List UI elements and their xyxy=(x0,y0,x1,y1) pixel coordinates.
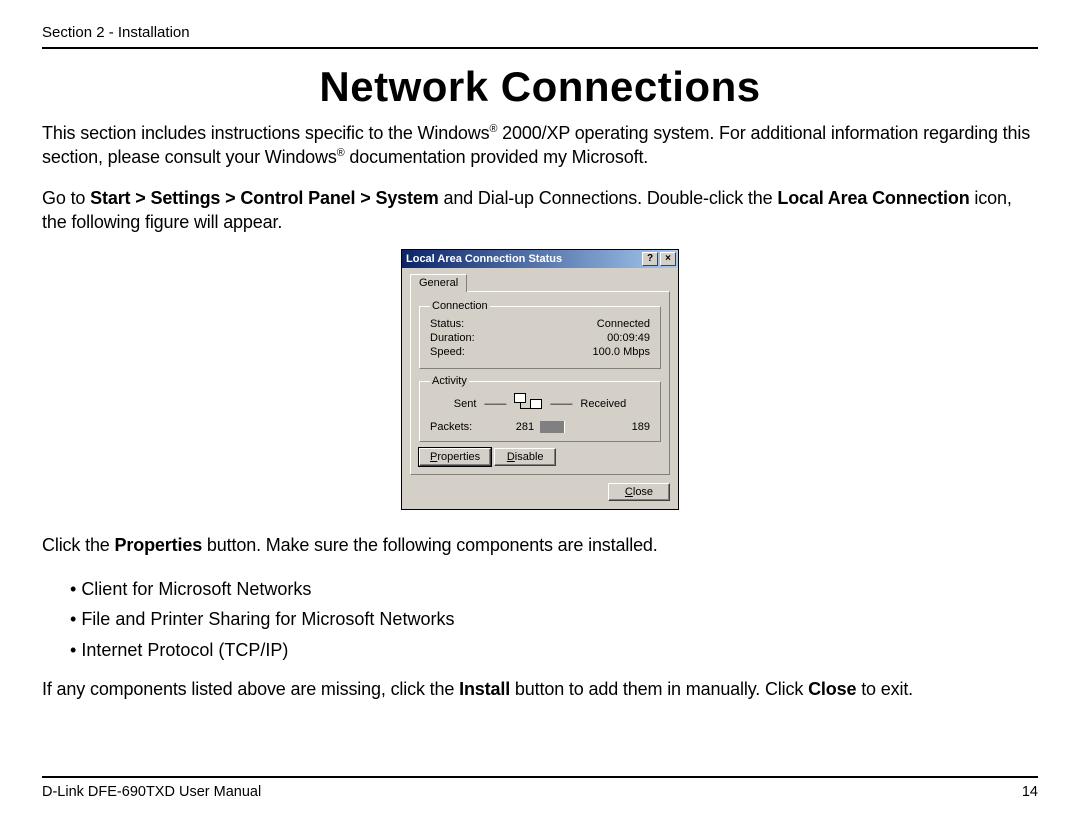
missing-components-paragraph: If any components listed above are missi… xyxy=(42,677,1038,701)
help-button[interactable]: ? xyxy=(642,252,658,266)
list-item: File and Printer Sharing for Microsoft N… xyxy=(70,604,1038,635)
close-x-button[interactable]: × xyxy=(660,252,676,266)
list-item: Client for Microsoft Networks xyxy=(70,574,1038,605)
dash: —— xyxy=(484,398,506,410)
activity-group: Activity Sent —— —— Received Packets: 28… xyxy=(419,375,661,442)
text: button. Make sure the following componen… xyxy=(202,535,658,555)
text: button to add them in manually. Click xyxy=(510,679,808,699)
text: and Dial-up Connections. Double-click th… xyxy=(439,188,778,208)
tab-general[interactable]: General xyxy=(410,274,467,292)
lac-bold: Local Area Connection xyxy=(777,188,969,208)
dialog-titlebar[interactable]: Local Area Connection Status ? × xyxy=(402,250,678,268)
btn-label: isable xyxy=(515,451,544,463)
sent-label: Sent xyxy=(454,398,477,410)
network-activity-icon xyxy=(514,393,542,415)
status-label: Status: xyxy=(430,318,464,330)
close-bold: Close xyxy=(808,679,856,699)
disable-button[interactable]: Disable xyxy=(494,448,556,466)
dialog-title: Local Area Connection Status xyxy=(406,253,640,265)
nav-paragraph: Go to Start > Settings > Control Panel >… xyxy=(42,186,1038,235)
click-properties-paragraph: Click the Properties button. Make sure t… xyxy=(42,533,1038,557)
nav-path: Start > Settings > Control Panel > Syste… xyxy=(90,188,438,208)
text: to exit. xyxy=(856,679,913,699)
page-footer: D-Link DFE-690TXD User Manual 14 xyxy=(42,776,1038,800)
speed-label: Speed: xyxy=(430,346,465,358)
packets-label: Packets: xyxy=(430,421,503,433)
duration-label: Duration: xyxy=(430,332,475,344)
properties-bold: Properties xyxy=(115,535,203,555)
components-list: Client for Microsoft Networks File and P… xyxy=(70,574,1038,666)
group-label: Connection xyxy=(430,300,490,312)
page-title: Network Connections xyxy=(42,63,1038,111)
properties-button[interactable]: Properties xyxy=(419,448,491,466)
close-button[interactable]: Close xyxy=(608,483,670,501)
duration-value: 00:09:49 xyxy=(607,332,650,344)
section-header: Section 2 - Installation xyxy=(42,24,1038,49)
intro-paragraph: This section includes instructions speci… xyxy=(42,121,1038,170)
list-item: Internet Protocol (TCP/IP) xyxy=(70,635,1038,666)
packets-sent: 281 xyxy=(516,421,534,433)
text: Go to xyxy=(42,188,90,208)
group-label: Activity xyxy=(430,375,469,387)
divider xyxy=(540,421,564,433)
btn-label: lose xyxy=(633,486,653,498)
speed-value: 100.0 Mbps xyxy=(593,346,650,358)
text: If any components listed above are missi… xyxy=(42,679,459,699)
text: This section includes instructions speci… xyxy=(42,123,490,143)
btn-label: roperties xyxy=(437,451,480,463)
text: documentation provided my Microsoft. xyxy=(345,147,649,167)
dash: —— xyxy=(550,398,572,410)
lac-status-dialog: Local Area Connection Status ? × General… xyxy=(402,250,678,509)
status-value: Connected xyxy=(597,318,650,330)
footer-page-number: 14 xyxy=(1022,784,1038,800)
registered-mark: ® xyxy=(337,147,345,159)
packets-received: 189 xyxy=(577,421,650,433)
connection-group: Connection Status: Connected Duration: 00:… xyxy=(419,300,661,369)
install-bold: Install xyxy=(459,679,510,699)
text: Click the xyxy=(42,535,115,555)
footer-left: D-Link DFE-690TXD User Manual xyxy=(42,784,261,800)
received-label: Received xyxy=(580,398,626,410)
